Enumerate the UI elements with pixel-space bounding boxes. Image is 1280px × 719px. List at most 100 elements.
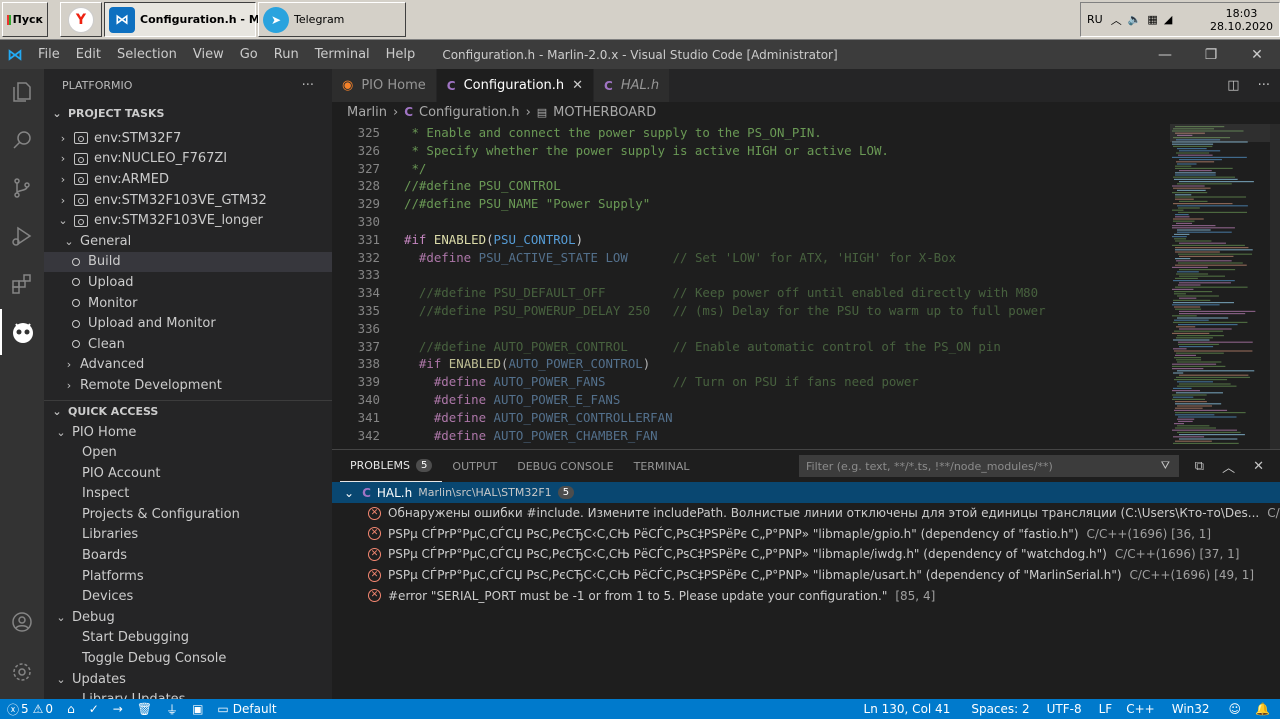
feedback-icon[interactable]: ☺ xyxy=(1217,699,1249,719)
quick-access-item[interactable]: Platforms xyxy=(44,566,332,587)
indentation[interactable]: Spaces: 2 xyxy=(964,699,1039,719)
quick-access-item[interactable]: Libraries xyxy=(44,525,332,546)
problem-item[interactable]: ✕ #error "SERIAL_PORT must be -1 or from … xyxy=(332,585,1280,606)
menu-item-file[interactable]: File xyxy=(30,47,68,62)
tree-item-pio-home[interactable]: ⌄ PIO Home xyxy=(44,422,332,443)
pio-serial-monitor-plug-icon[interactable]: ⏚ xyxy=(159,699,185,719)
tree-item-remote-development[interactable]: › Remote Development xyxy=(44,375,332,396)
quick-access-item[interactable]: Open xyxy=(44,442,332,463)
tree-item-env[interactable]: › env:NUCLEO_F767ZI xyxy=(44,149,332,170)
menu-item-run[interactable]: Run xyxy=(266,47,307,62)
platformio-icon[interactable] xyxy=(0,309,44,355)
menu-item-help[interactable]: Help xyxy=(378,47,424,62)
tab-problems[interactable]: PROBLEMS 5 xyxy=(340,450,443,482)
cursor-position[interactable]: Ln 130, Col 41 xyxy=(857,699,965,719)
filter-icon[interactable]: ⛛ xyxy=(1161,459,1170,473)
pio-env-switcher[interactable]: ▭ Default xyxy=(210,699,283,719)
menu-item-go[interactable]: Go xyxy=(232,47,266,62)
tree-item-env[interactable]: › env:STM32F7 xyxy=(44,128,332,149)
menu-item-selection[interactable]: Selection xyxy=(109,47,185,62)
encoding[interactable]: UTF-8 xyxy=(1040,699,1092,719)
notifications-bell-icon[interactable]: 🔔 xyxy=(1248,699,1280,719)
account-icon[interactable] xyxy=(0,599,44,645)
task-monitor[interactable]: Monitor xyxy=(44,293,332,314)
problem-item[interactable]: ✕ PSPµ CЃPrP°PµC‚CЃCЏ PsC‚PєCЂC‹C‚CЊ PёCЃ… xyxy=(332,524,1280,545)
explorer-icon[interactable] xyxy=(0,69,44,115)
tree-item-env[interactable]: ⌄ env:STM32F103VE_longer xyxy=(44,210,332,231)
minimize-icon[interactable]: — xyxy=(1142,40,1188,69)
tree-item-debug[interactable]: ⌄ Debug xyxy=(44,607,332,628)
tree-item-env[interactable]: › env:STM32F103VE_GTM32 xyxy=(44,190,332,211)
quick-access-item[interactable]: Start Debugging xyxy=(44,628,332,649)
minimap-slider[interactable] xyxy=(1170,124,1270,142)
pio-build-check-icon[interactable]: ✓ xyxy=(82,699,106,719)
extensions-icon[interactable] xyxy=(0,261,44,307)
tree-item-updates[interactable]: ⌄ Updates xyxy=(44,669,332,690)
pio-upload-arrow-icon[interactable]: → xyxy=(106,699,130,719)
problems-status[interactable]: ⓧ 5 ⚠ 0 xyxy=(0,699,60,719)
quick-access-item[interactable]: Library Updates xyxy=(44,689,332,699)
tab-terminal[interactable]: TERMINAL xyxy=(624,450,700,482)
tab-hal-h[interactable]: C HAL.h xyxy=(594,69,671,102)
close-icon[interactable]: ✕ xyxy=(1234,40,1280,69)
tree-item-env[interactable]: › env:ARMED xyxy=(44,169,332,190)
problem-file-row[interactable]: ⌄ C HAL.h Marlin\src\HAL\STM32F1 5 xyxy=(332,482,1280,503)
problem-item[interactable]: ✕ Обнаружены ошибки #include. Измените in… xyxy=(332,503,1280,524)
tree-item-advanced[interactable]: › Advanced xyxy=(44,355,332,376)
tab-debug-console[interactable]: DEBUG CONSOLE xyxy=(507,450,623,482)
tab-output[interactable]: OUTPUT xyxy=(442,450,507,482)
menu-item-edit[interactable]: Edit xyxy=(68,47,109,62)
pio-home-status-icon[interactable]: ⌂ xyxy=(60,699,82,719)
start-button[interactable]: Пуск xyxy=(2,2,48,37)
end-of-line[interactable]: LF xyxy=(1092,699,1120,719)
taskbar-item-vscode[interactable]: ⋈ Configuration.h - M... xyxy=(104,2,272,37)
search-icon[interactable] xyxy=(0,117,44,163)
project-tasks-header[interactable]: ⌄ PROJECT TASKS xyxy=(44,102,332,124)
settings-gear-icon[interactable] xyxy=(0,649,44,695)
quick-access-header[interactable]: ⌄ QUICK ACCESS xyxy=(44,399,332,422)
code-editor[interactable]: 325 * Enable and connect the power suppl… xyxy=(332,124,1170,449)
quick-access-item[interactable]: Boards xyxy=(44,545,332,566)
close-panel-icon[interactable]: ✕ xyxy=(1253,459,1264,474)
tray-clock[interactable]: 18:03 28.10.2020 xyxy=(1210,7,1273,33)
tree-item-general[interactable]: ⌄ General xyxy=(44,231,332,252)
task-clean[interactable]: Clean xyxy=(44,334,332,355)
more-actions-icon[interactable]: ··· xyxy=(1258,78,1270,93)
problems-filter-input[interactable]: Filter (e.g. text, **/*.ts, !**/node_mod… xyxy=(799,455,1179,477)
tab-pio-home[interactable]: ◉ PIO Home xyxy=(332,69,437,102)
editor-scrollbar[interactable] xyxy=(1270,124,1280,449)
split-editor-icon[interactable]: ◫ xyxy=(1227,78,1239,93)
problem-item[interactable]: ✕ PSPµ CЃPrP°PµC‚CЃCЏ PsC‚PєCЂC‹C‚CЊ PёCЃ… xyxy=(332,544,1280,565)
quick-access-item[interactable]: Inspect xyxy=(44,484,332,505)
task-upload-and-monitor[interactable]: Upload and Monitor xyxy=(44,313,332,334)
signal-icon[interactable]: ◢ xyxy=(1164,13,1172,26)
chevron-up-icon[interactable]: ︿ xyxy=(1111,12,1122,28)
taskbar-item-yandex[interactable]: Y xyxy=(60,2,102,37)
breadcrumb-item[interactable]: Marlin xyxy=(347,105,387,120)
restore-icon[interactable]: ❐ xyxy=(1188,40,1234,69)
task-upload[interactable]: Upload xyxy=(44,272,332,293)
task-build[interactable]: Build xyxy=(44,251,332,273)
quick-access-item[interactable]: PIO Account xyxy=(44,463,332,484)
language-mode[interactable]: C++ xyxy=(1119,699,1165,719)
taskbar-item-telegram[interactable]: ➤ Telegram xyxy=(258,2,406,37)
menu-item-view[interactable]: View xyxy=(185,47,232,62)
quick-access-item[interactable]: Devices xyxy=(44,586,332,607)
breadcrumb-item[interactable]: MOTHERBOARD xyxy=(553,105,656,120)
tab-configuration-h[interactable]: C Configuration.h ✕ xyxy=(436,69,595,102)
maximize-panel-icon[interactable]: ︿ xyxy=(1222,457,1235,476)
breadcrumb-item[interactable]: Configuration.h xyxy=(419,105,520,120)
quick-access-item[interactable]: Projects & Configuration xyxy=(44,504,332,525)
quick-access-item[interactable]: Toggle Debug Console xyxy=(44,648,332,669)
platform[interactable]: Win32 xyxy=(1165,699,1217,719)
menu-item-terminal[interactable]: Terminal xyxy=(307,47,378,62)
source-control-icon[interactable] xyxy=(0,165,44,211)
collapse-all-icon[interactable]: ⧉ xyxy=(1195,459,1204,474)
pio-terminal-icon[interactable]: ▣ xyxy=(185,699,210,719)
minimap[interactable] xyxy=(1170,124,1270,449)
language-indicator[interactable]: RU xyxy=(1087,13,1103,26)
pio-clean-trash-icon[interactable]: 🗑 xyxy=(130,699,159,719)
volume-icon[interactable]: 🔈 xyxy=(1128,13,1142,26)
network-icon[interactable]: ▦ xyxy=(1147,13,1157,26)
close-tab-icon[interactable]: ✕ xyxy=(572,78,583,93)
